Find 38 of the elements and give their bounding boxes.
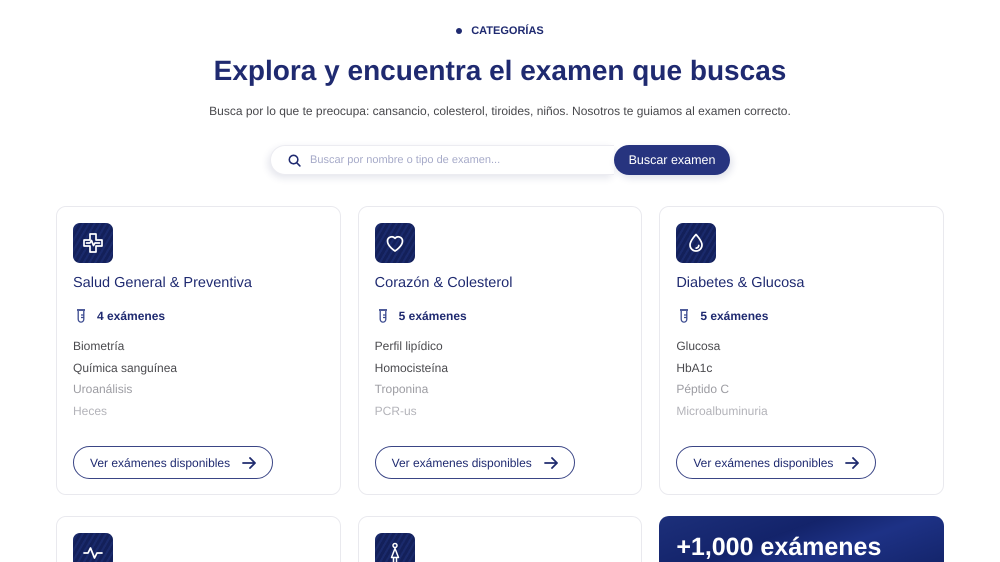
section-eyebrow: CATEGORÍAS	[471, 24, 544, 38]
exam-name: Glucosa	[676, 338, 720, 355]
view-exams-button[interactable]: Ver exámenes disponibles	[676, 446, 876, 479]
exam-name: Perfil lipídico	[374, 338, 443, 355]
test-tube-icon	[679, 309, 690, 323]
view-exams-button[interactable]: Ver exámenes disponibles	[374, 446, 575, 479]
test-tube-icon	[378, 309, 388, 323]
arrow-right-icon	[845, 456, 860, 468]
exam-count: 5 exámenes	[398, 309, 467, 323]
dot-icon	[456, 28, 462, 34]
exam-name: Biometría	[73, 338, 124, 355]
exam-name: Homocisteína	[374, 360, 448, 376]
arrow-right-icon	[242, 456, 256, 468]
exam-count: 5 exámenes	[700, 309, 768, 323]
search-button[interactable]: Buscar examen	[614, 145, 730, 175]
medical-cross-icon	[73, 223, 113, 263]
exam-name: Péptido C	[676, 381, 730, 398]
search-input[interactable]: Buscar por nombre o tipo de examen...	[310, 152, 606, 168]
section-subtitle: Busca por lo que te preocupa: cansancio, colesterol, tiroides, niños. Nosotros te guiamos al examen correcto.	[209, 103, 791, 120]
search-icon	[288, 154, 301, 166]
category-title: Diabetes & Glucosa	[676, 274, 804, 293]
droplet-icon	[676, 223, 716, 263]
section-title: Explora y encuentra el examen que buscas	[214, 54, 786, 88]
exam-name: Química sanguínea	[73, 360, 178, 376]
exam-name: Troponina	[374, 381, 428, 398]
search-field[interactable]: Buscar por nombre o tipo de examen...	[270, 145, 614, 175]
test-tube-icon	[76, 309, 86, 323]
exam-name: PCR-us	[374, 402, 417, 420]
exam-name: Uroanálisis	[73, 381, 132, 398]
promo-title: +1,000 exámenes	[676, 534, 882, 561]
category-title: Corazón & Colesterol	[374, 274, 512, 293]
exam-count: 4 exámenes	[97, 309, 166, 323]
view-exams-button[interactable]: Ver exámenes disponibles	[73, 446, 274, 479]
exam-name: Microalbuminuria	[676, 402, 768, 420]
exam-name: Heces	[73, 402, 108, 420]
arrow-right-icon	[544, 456, 558, 468]
category-title: Salud General & Preventiva	[73, 274, 252, 293]
exam-name: HbA1c	[676, 360, 712, 376]
